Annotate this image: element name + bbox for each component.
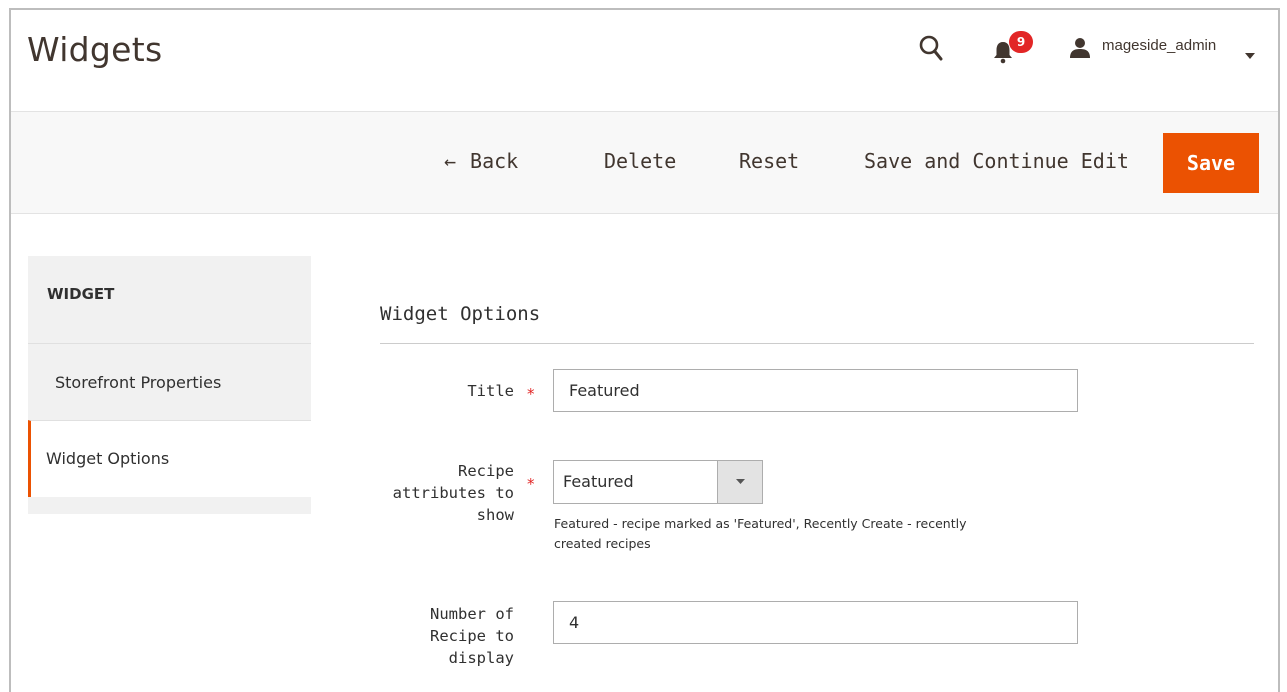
save-button[interactable]: Save [1163,133,1259,193]
number-of-recipe-input-value: 4 [569,613,580,632]
recipe-attributes-note-line: created recipes [554,536,651,551]
sidebar-item-storefront-properties[interactable]: Storefront Properties [28,343,311,420]
number-of-recipe-label-line: Number of [430,605,514,623]
recipe-attributes-select[interactable]: Featured [553,460,763,504]
number-of-recipe-label-line: display [448,649,514,667]
back-button[interactable]: ← Back [444,149,518,173]
recipe-attributes-label-line: show [476,506,514,524]
recipe-attributes-label-line: attributes to [392,484,514,502]
recipe-attributes-label: Recipe attributes to show [380,460,514,526]
account-username[interactable]: mageside_admin [1102,37,1216,54]
recipe-attributes-note: Featured - recipe marked as 'Featured', … [554,514,1074,554]
section-title: Widget Options [380,303,541,325]
number-of-recipe-label: Number of Recipe to display [380,603,514,669]
chevron-down-icon[interactable] [1245,44,1255,59]
recipe-attributes-label-line: Recipe [458,462,514,480]
required-asterisk: * [527,475,535,493]
select-toggle[interactable] [717,461,762,503]
sidebar-item-label: Storefront Properties [55,373,222,392]
page-title: Widgets [27,30,163,69]
chevron-down-icon [736,479,745,484]
arrow-left-icon: ← [444,149,457,173]
sidebar-item-label: Widget Options [46,449,170,468]
recipe-attributes-selected-value: Featured [563,472,634,491]
recipe-attributes-note-line: Featured - recipe marked as 'Featured', … [554,516,967,531]
user-icon[interactable] [1069,37,1091,59]
title-input[interactable]: Featured [553,369,1078,412]
number-of-recipe-input[interactable]: 4 [553,601,1078,644]
title-input-value: Featured [569,381,640,400]
search-icon[interactable] [918,34,944,64]
required-asterisk: * [527,385,535,403]
back-label: Back [470,149,519,173]
sidebar-heading: WIDGET [47,285,115,303]
delete-button[interactable]: Delete [604,149,676,173]
title-label: Title [467,382,514,400]
reset-button[interactable]: Reset [739,149,799,173]
sidebar-item-widget-options[interactable]: Widget Options [28,420,311,497]
number-of-recipe-label-line: Recipe to [430,627,514,645]
save-and-continue-button[interactable]: Save and Continue Edit [864,149,1129,173]
section-divider [380,343,1254,344]
notifications-count-badge[interactable]: 9 [1009,31,1033,53]
